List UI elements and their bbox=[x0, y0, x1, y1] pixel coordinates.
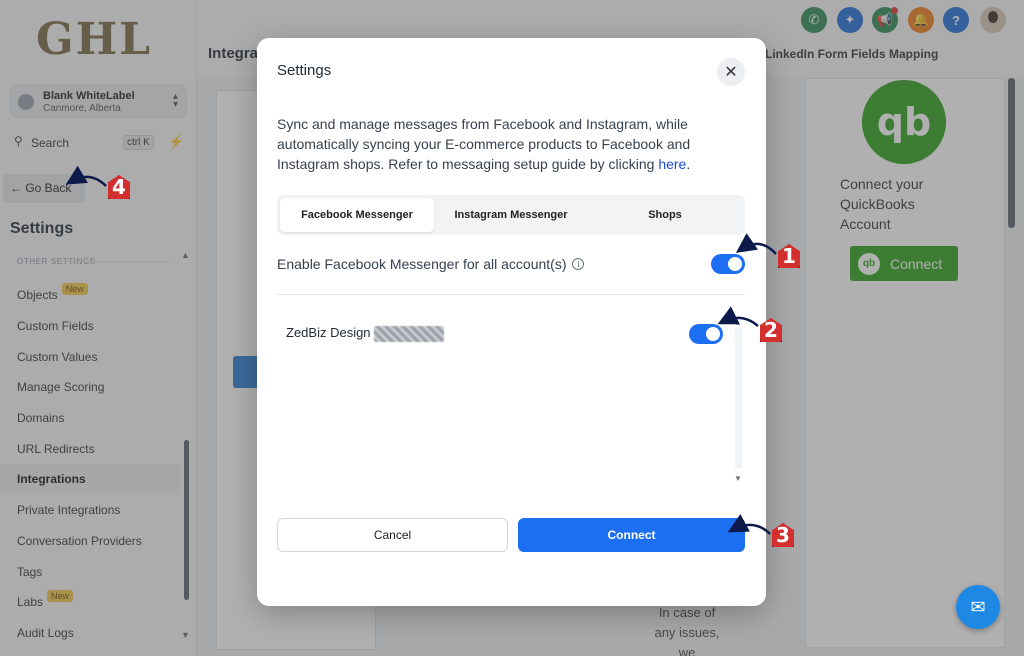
arrow-1 bbox=[735, 233, 777, 255]
annotation-arrows bbox=[65, 165, 777, 535]
arrow-3 bbox=[727, 514, 771, 535]
arrow-4 bbox=[65, 165, 107, 187]
arrow-2 bbox=[717, 306, 759, 327]
